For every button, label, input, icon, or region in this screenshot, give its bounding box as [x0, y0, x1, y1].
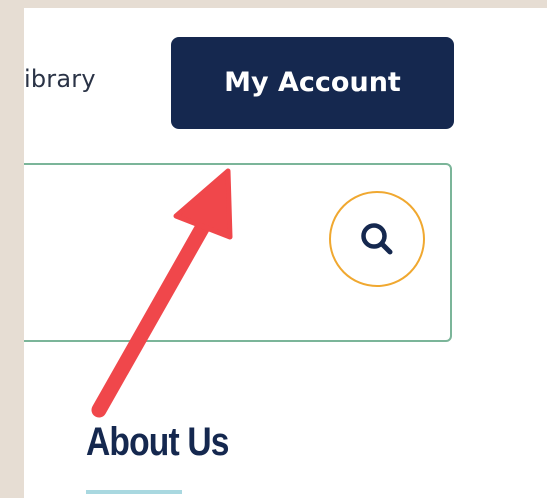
about-us-heading: About Us [86, 420, 229, 464]
search-button[interactable] [329, 191, 425, 287]
heading-underline [86, 490, 182, 494]
search-icon [361, 223, 393, 255]
search-input[interactable] [30, 225, 304, 277]
my-account-button[interactable]: My Account [171, 37, 454, 129]
page: ibrary My Account About Us [24, 8, 547, 498]
library-link[interactable]: ibrary [24, 64, 96, 94]
search-bar [24, 163, 452, 342]
